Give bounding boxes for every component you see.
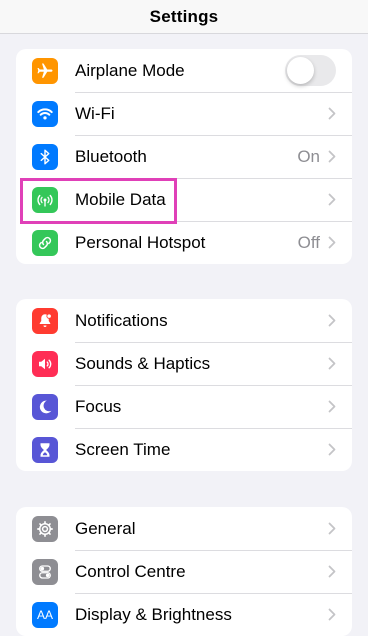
chevron-right-icon [328,400,336,413]
chevron-right-icon [328,236,336,249]
screen-time-label: Screen Time [75,439,171,459]
display-brightness-label: Display & Brightness [75,604,232,624]
mobile-data-label: Mobile Data [75,189,166,209]
notifications-label: Notifications [75,310,168,330]
screen-time-row[interactable]: Screen Time [16,428,352,471]
chevron-right-icon [328,522,336,535]
control-centre-label: Control Centre [75,561,186,581]
link-icon [32,229,58,256]
chevron-right-icon [328,565,336,578]
general-label: General [75,518,136,538]
toggle-knob [287,57,314,84]
text-size-glyph: AA [36,607,53,622]
mobile-data-row[interactable]: Mobile Data [16,178,352,221]
focus-row[interactable]: Focus [16,385,352,428]
text-size-icon: AA [32,601,58,628]
airplane-mode-row[interactable]: Airplane Mode [16,49,352,92]
bluetooth-label: Bluetooth [75,146,147,166]
navigation-bar: Settings [0,0,368,34]
airplane-mode-label: Airplane Mode [75,60,185,80]
bluetooth-status: On [297,146,320,166]
chevron-right-icon [328,193,336,206]
airplane-icon [32,57,58,84]
sounds-haptics-row[interactable]: Sounds & Haptics [16,342,352,385]
chevron-right-icon [328,357,336,370]
hotspot-status: Off [297,232,320,252]
bluetooth-row[interactable]: Bluetooth On [16,135,352,178]
hourglass-icon [32,436,58,463]
notifications-row[interactable]: Notifications [16,299,352,342]
chevron-right-icon [328,608,336,621]
sounds-haptics-label: Sounds & Haptics [75,353,211,373]
personal-hotspot-label: Personal Hotspot [75,232,206,252]
connectivity-group: Airplane Mode Wi-Fi Bluetooth On Mobile … [16,49,352,264]
moon-icon [32,393,58,420]
airplane-mode-toggle[interactable] [285,55,336,86]
gear-icon [32,515,58,542]
focus-label: Focus [75,396,122,416]
general-row[interactable]: General [16,507,352,550]
page-title: Settings [149,6,219,26]
general-group: General Control Centre AA Display & Brig… [16,507,352,636]
wifi-row[interactable]: Wi-Fi [16,92,352,135]
chevron-right-icon [328,443,336,456]
bluetooth-icon [32,143,58,170]
chevron-right-icon [328,150,336,163]
speaker-icon [32,350,58,377]
notifications-group: Notifications Sounds & Haptics Focus Scr… [16,299,352,471]
antenna-icon [32,186,58,213]
toggles-icon [32,558,58,585]
control-centre-row[interactable]: Control Centre [16,550,352,593]
wifi-label: Wi-Fi [75,103,115,123]
display-brightness-row[interactable]: AA Display & Brightness [16,593,352,636]
chevron-right-icon [328,107,336,120]
personal-hotspot-row[interactable]: Personal Hotspot Off [16,221,352,264]
wifi-icon [32,100,58,127]
chevron-right-icon [328,314,336,327]
notification-bell-icon [32,307,58,334]
